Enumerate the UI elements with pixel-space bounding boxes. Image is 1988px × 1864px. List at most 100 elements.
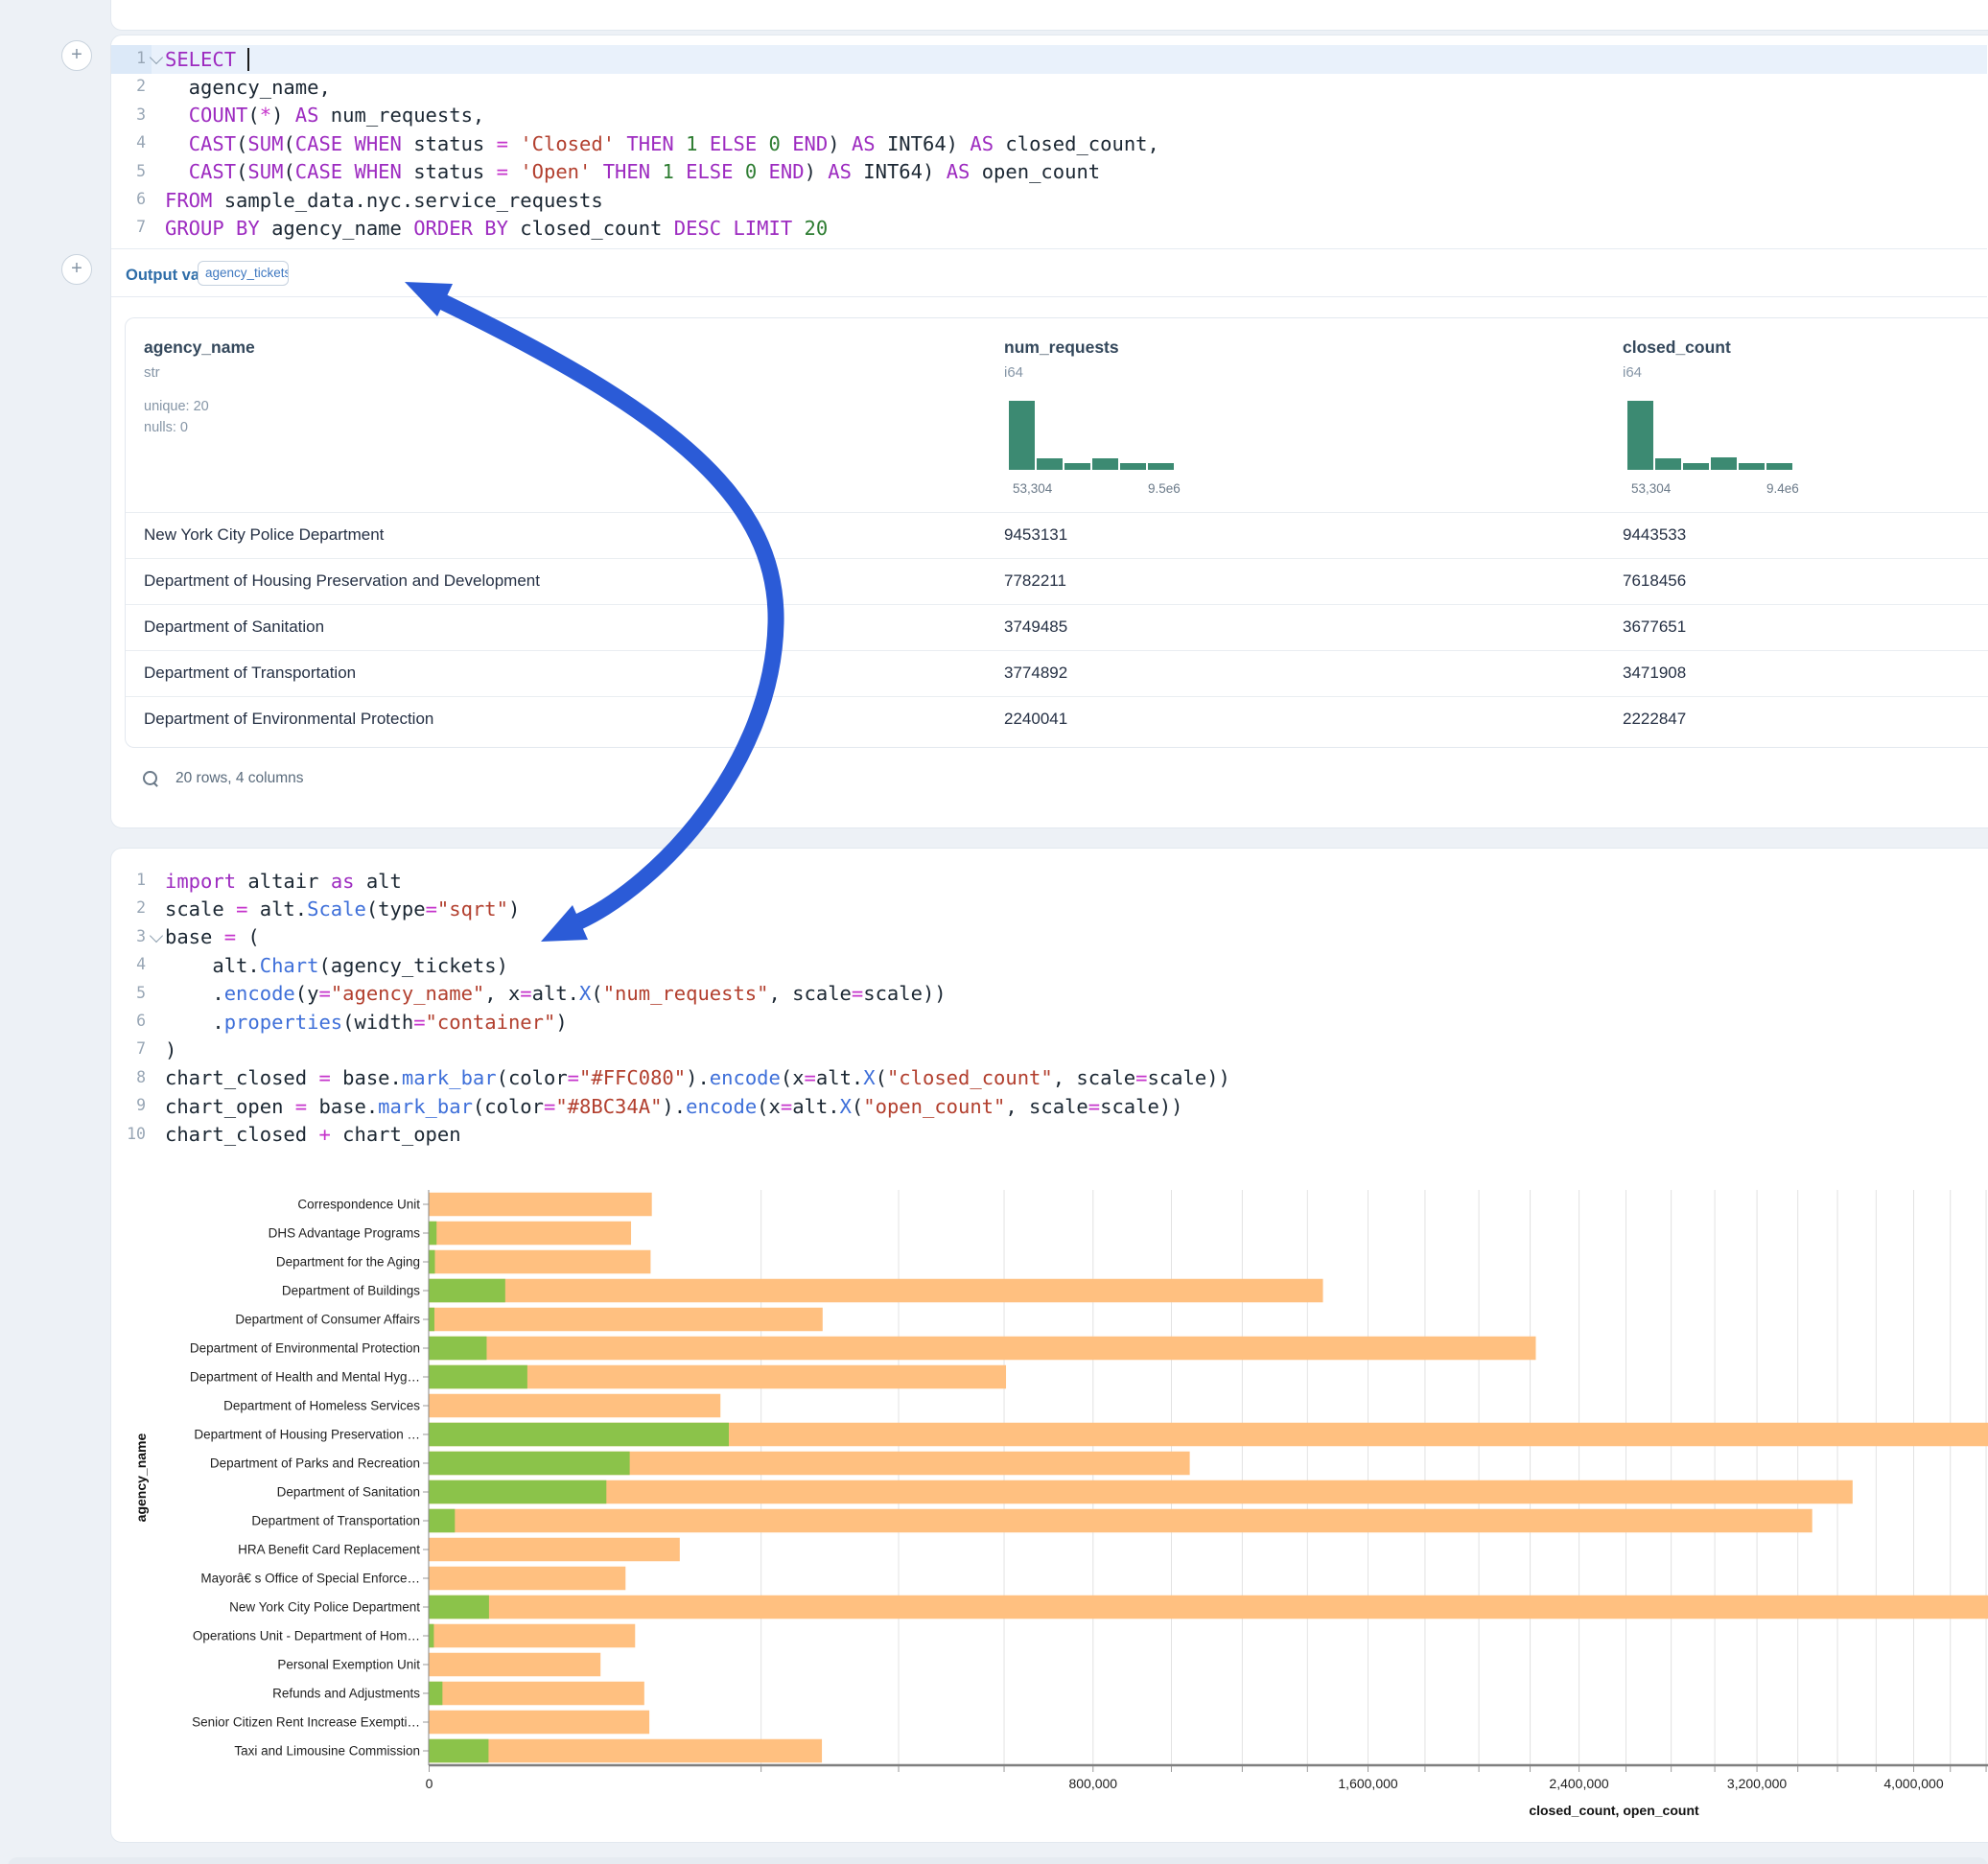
python-line-number[interactable]: 7 xyxy=(107,1039,146,1058)
table-cell: 9443533 xyxy=(1623,525,1686,545)
closed-count-bar xyxy=(430,1509,1813,1533)
closed-count-bar xyxy=(430,1480,1853,1504)
table-cell: 7782211 xyxy=(1004,571,1066,591)
column-header: num_requests xyxy=(1004,338,1119,358)
y-axis-label: Refunds and Adjustments xyxy=(272,1687,420,1701)
sql-code-line[interactable]: SELECT xyxy=(165,46,249,74)
open-count-bar xyxy=(430,1423,729,1447)
y-axis-label: Department of Transportation xyxy=(251,1514,420,1528)
next-cell-edge xyxy=(8,1857,1988,1864)
table-cell: New York City Police Department xyxy=(144,525,384,545)
row-divider xyxy=(126,604,1988,605)
python-code-line[interactable]: .properties(width="container") xyxy=(165,1009,568,1037)
sql-code-line[interactable]: GROUP BY agency_name ORDER BY closed_cou… xyxy=(165,215,828,243)
python-code-line[interactable]: alt.Chart(agency_tickets) xyxy=(165,952,508,980)
histogram-bar xyxy=(1064,463,1090,470)
sql-line-number[interactable]: 6 xyxy=(107,190,146,208)
python-line-number[interactable]: 5 xyxy=(107,984,146,1002)
python-line-number[interactable]: 3 xyxy=(107,927,146,945)
python-line-number[interactable]: 4 xyxy=(107,955,146,973)
y-axis-title: agency_name xyxy=(133,1433,149,1522)
sql-code-line[interactable]: FROM sample_data.nyc.service_requests xyxy=(165,187,603,215)
x-tick-label: 4,000,000 xyxy=(1883,1776,1943,1791)
table-cell: Department of Housing Preservation and D… xyxy=(144,571,540,591)
closed-count-bar xyxy=(430,1250,651,1274)
sql-line-number[interactable]: 3 xyxy=(107,105,146,124)
sql-code-line[interactable]: CAST(SUM(CASE WHEN status = 'Closed' THE… xyxy=(165,130,1159,158)
histogram-bar xyxy=(1092,458,1118,470)
column-meta: nulls: 0 xyxy=(144,420,188,435)
histogram-min-label: 53,304 xyxy=(1631,481,1671,496)
y-axis-label: Department for the Aging xyxy=(276,1255,420,1270)
python-code-line[interactable]: import altair as alt xyxy=(165,868,402,896)
add-cell-button-output[interactable]: + xyxy=(61,254,92,285)
closed-count-bar xyxy=(430,1308,823,1332)
closed-count-bar xyxy=(430,1624,636,1648)
open-count-bar xyxy=(430,1250,435,1274)
y-axis-label: Personal Exemption Unit xyxy=(277,1658,420,1672)
sql-code-line[interactable]: agency_name, xyxy=(165,74,331,102)
histogram-bar xyxy=(1766,463,1792,470)
python-line-number[interactable]: 9 xyxy=(107,1096,146,1114)
column-type: i64 xyxy=(1004,364,1023,381)
y-axis-label: Department of Sanitation xyxy=(277,1485,420,1500)
column-meta: unique: 20 xyxy=(144,399,209,414)
table-cell: Department of Sanitation xyxy=(144,617,324,637)
histogram-bar xyxy=(1655,458,1681,470)
histogram-bar xyxy=(1711,457,1737,470)
python-code-line[interactable]: chart_open = base.mark_bar(color="#8BC34… xyxy=(165,1093,1183,1121)
python-line-number[interactable]: 8 xyxy=(107,1068,146,1086)
histogram-bar xyxy=(1627,401,1653,470)
x-axis-title: closed_count, open_count xyxy=(1529,1803,1699,1818)
sql-line-number[interactable]: 5 xyxy=(107,162,146,180)
table-cell: 7618456 xyxy=(1623,571,1686,591)
sql-code-line[interactable]: CAST(SUM(CASE WHEN status = 'Open' THEN … xyxy=(165,158,1100,186)
python-code-line[interactable]: chart_closed + chart_open xyxy=(165,1121,461,1149)
python-code-line[interactable]: chart_closed = base.mark_bar(color="#FFC… xyxy=(165,1064,1230,1092)
sql-line-number[interactable]: 7 xyxy=(107,218,146,236)
closed-count-bar xyxy=(430,1394,721,1418)
table-cell: Department of Transportation xyxy=(144,664,356,683)
closed-count-bar xyxy=(430,1567,626,1591)
python-code-line[interactable]: ) xyxy=(165,1037,176,1064)
x-tick-label: 3,200,000 xyxy=(1727,1776,1787,1791)
sql-code-line[interactable]: COUNT(*) AS num_requests, xyxy=(165,102,484,129)
sql-line-number[interactable]: 4 xyxy=(107,133,146,151)
column-type: str xyxy=(144,364,160,381)
row-divider xyxy=(126,650,1988,651)
histogram-bar xyxy=(1683,463,1709,470)
y-axis-label: Department of Parks and Recreation xyxy=(210,1456,420,1471)
histogram-min-label: 53,304 xyxy=(1013,481,1052,496)
notebook-page: + + 1 SELECT 2 agency_name, 3 COUNT(*) AS … xyxy=(0,0,1988,1864)
x-tick-label: 0 xyxy=(426,1776,433,1791)
open-count-bar xyxy=(430,1308,434,1332)
y-axis-label: Department of Housing Preservation … xyxy=(194,1428,420,1442)
sql-active-line xyxy=(111,45,1987,74)
previous-cell-remnant xyxy=(110,0,1988,31)
sql-line-number[interactable]: 1 xyxy=(107,49,146,67)
y-axis-label: Correspondence Unit xyxy=(297,1198,420,1212)
open-count-bar xyxy=(430,1279,505,1303)
python-line-number[interactable]: 2 xyxy=(107,898,146,917)
y-axis-label: Department of Environmental Protection xyxy=(190,1341,420,1356)
sql-line-number[interactable]: 2 xyxy=(107,77,146,95)
python-line-number[interactable]: 1 xyxy=(107,871,146,889)
python-code-line[interactable]: scale = alt.Scale(type="sqrt") xyxy=(165,896,520,923)
open-count-bar xyxy=(430,1739,489,1763)
y-axis-label: Operations Unit - Department of Hom… xyxy=(193,1629,420,1643)
y-axis-label: Mayorâ€ s Office of Special Enforce… xyxy=(200,1572,420,1586)
y-axis-label: Department of Health and Mental Hyg… xyxy=(190,1370,420,1385)
python-line-number[interactable]: 10 xyxy=(107,1125,146,1143)
closed-count-bar xyxy=(430,1222,632,1246)
python-code-line[interactable]: .encode(y="agency_name", x=alt.X("num_re… xyxy=(165,980,947,1008)
table-cell: 3774892 xyxy=(1004,664,1067,683)
python-line-number[interactable]: 6 xyxy=(107,1012,146,1030)
search-icon[interactable] xyxy=(143,771,157,785)
table-cell: 2222847 xyxy=(1623,710,1686,729)
python-code-line[interactable]: base = ( xyxy=(165,923,260,951)
open-count-bar xyxy=(430,1682,443,1706)
column-type: i64 xyxy=(1623,364,1642,381)
output-variable-pill[interactable]: agency_tickets xyxy=(198,261,289,286)
open-count-bar xyxy=(430,1365,527,1389)
add-cell-button-top[interactable]: + xyxy=(61,40,92,71)
